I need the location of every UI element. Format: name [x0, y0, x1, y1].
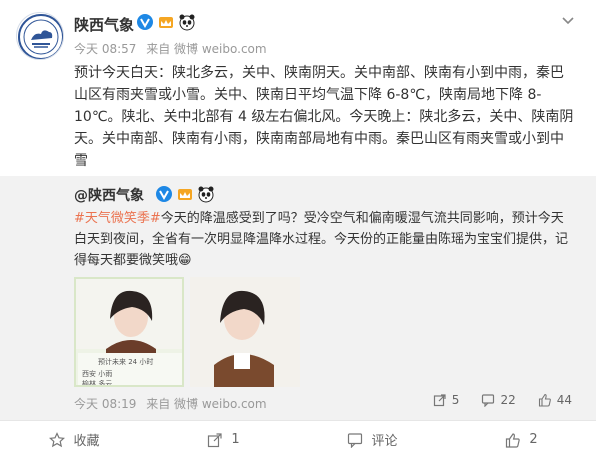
like-button[interactable]: 2	[447, 421, 596, 458]
panda-icon	[198, 186, 214, 203]
photo-thumbnail[interactable]	[190, 277, 300, 387]
member-crown-icon	[178, 189, 192, 200]
post-content: 预计今天白天：陕北多云，关中、陕南阴天。关中南部、陕南有小到中雨，秦巴山区有雨夹…	[74, 65, 574, 169]
repost-content: #天气微笑季#今天的降温感受到了吗？受冷空气和偏南暖湿气流共同影响，预计今天白天…	[74, 208, 574, 271]
verified-v-icon	[156, 186, 172, 202]
repost-author[interactable]: @陕西气象	[74, 185, 144, 205]
repost-source: 来自 微博 weibo.com	[146, 397, 267, 411]
photo-thumbnail[interactable]: 预计未来 24 小时 西安 小雨 榆林 多云	[74, 277, 184, 387]
comment-icon	[482, 394, 495, 407]
repost-comment-action[interactable]: 22	[481, 393, 516, 407]
share-icon	[433, 394, 446, 407]
chevron-down-icon[interactable]	[560, 12, 576, 28]
post-toolbar: 收藏 1 评论 2	[0, 420, 596, 458]
comment-label: 评论	[371, 434, 398, 449]
meteorology-logo-icon	[18, 14, 63, 59]
post-source: 来自 微博 weibo.com	[146, 42, 267, 56]
repost-share-action[interactable]: 5	[433, 393, 460, 407]
panda-icon	[179, 14, 195, 31]
share-icon	[208, 432, 222, 447]
post-author[interactable]: 陕西气象	[74, 14, 134, 35]
avatar[interactable]	[16, 12, 64, 60]
comment-button[interactable]: 评论	[298, 421, 447, 458]
repost-comment-count: 22	[500, 393, 516, 407]
post-time[interactable]: 今天 08:57	[74, 42, 136, 56]
comment-icon	[348, 432, 363, 448]
post-meta: 今天 08:57 来自 微博 weibo.com	[74, 40, 273, 57]
grin-emoji-icon: 😁	[178, 253, 192, 268]
reposted-weibo: @陕西气象 #天气微笑季#今天的降温感受到了吗？受冷空气和偏南暖湿气流共同影响，…	[0, 176, 596, 420]
repost-share-count: 5	[451, 393, 460, 407]
photo-grid: 预计未来 24 小时 西安 小雨 榆林 多云	[74, 277, 300, 387]
repost-like-action[interactable]: 44	[538, 393, 572, 407]
like-count: 2	[529, 432, 538, 447]
repost-time[interactable]: 今天 08:19	[74, 397, 136, 411]
photo-forecast-city-2: 榆林 多云	[82, 380, 113, 387]
repost-button[interactable]: 1	[149, 421, 298, 458]
photo-forecast-city: 西安 小雨	[82, 370, 113, 378]
photo-forecast-title: 预计未来 24 小时	[98, 358, 154, 366]
repost-actions: 5 22 44	[433, 393, 572, 407]
repost-count: 1	[231, 432, 240, 447]
weibo-post: 陕西气象 今天 08:57 来自 微博 weibo.com 预计今天白天：陕北多…	[0, 0, 596, 175]
repost-like-count: 44	[556, 393, 572, 407]
author-badges	[136, 13, 196, 31]
portrait-photo-2	[190, 277, 300, 387]
thumbs-up-icon	[538, 393, 551, 407]
hashtag-link[interactable]: #天气微笑季#	[74, 211, 161, 226]
thumbs-up-icon	[506, 432, 521, 448]
repost-author-badges	[155, 185, 215, 203]
favorite-button[interactable]: 收藏	[0, 421, 149, 458]
star-icon	[49, 431, 66, 447]
verified-v-icon	[137, 14, 153, 30]
favorite-label: 收藏	[73, 434, 100, 449]
member-crown-icon	[159, 17, 173, 28]
repost-meta: 今天 08:19 来自 微博 weibo.com	[74, 395, 273, 412]
